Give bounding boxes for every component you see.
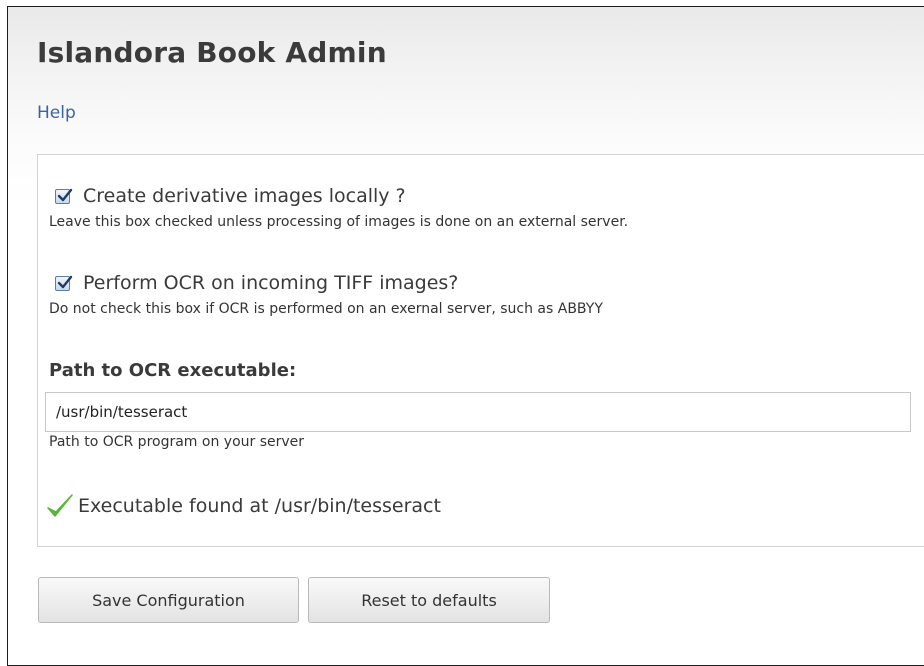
derivatives-label[interactable]: Create derivative images locally ?: [83, 185, 406, 207]
reset-to-defaults-button[interactable]: Reset to defaults: [308, 577, 550, 623]
ocr-path-description: Path to OCR program on your server: [49, 434, 305, 450]
ocr-path-input[interactable]: [45, 392, 911, 432]
derivatives-description: Leave this box checked unless processing…: [49, 214, 629, 230]
executable-status: Executable found at /usr/bin/tesseract: [46, 493, 441, 519]
ocr-path-label: Path to OCR executable:: [49, 360, 297, 381]
checkmark-icon: [57, 275, 73, 288]
save-configuration-button[interactable]: Save Configuration: [38, 577, 299, 623]
checkmark-icon: [57, 188, 73, 201]
derivatives-setting: Create derivative images locally ? Leave…: [49, 185, 628, 230]
page-title: Islandora Book Admin: [37, 36, 387, 69]
ocr-description: Do not check this box if OCR is performe…: [49, 301, 603, 317]
derivatives-checkbox[interactable]: [55, 188, 73, 204]
settings-fieldset: Create derivative images locally ? Leave…: [37, 154, 924, 547]
executable-status-text: Executable found at /usr/bin/tesseract: [78, 495, 441, 517]
ocr-checkbox[interactable]: [55, 275, 73, 291]
help-link[interactable]: Help: [37, 103, 76, 123]
checkmark-icon: [47, 494, 73, 517]
ocr-setting: Perform OCR on incoming TIFF images? Do …: [49, 272, 603, 317]
ocr-label[interactable]: Perform OCR on incoming TIFF images?: [83, 272, 458, 294]
